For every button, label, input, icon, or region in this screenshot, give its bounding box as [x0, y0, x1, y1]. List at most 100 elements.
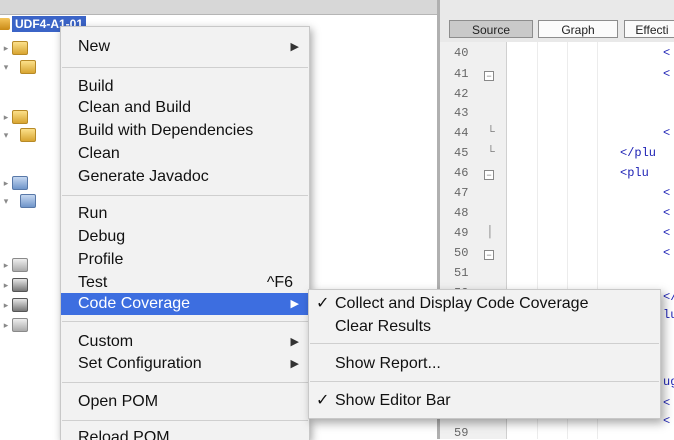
expand-triangle-icon[interactable]: ▸ [0, 300, 12, 311]
code-text[interactable]: < [663, 206, 670, 220]
package-icon [20, 60, 36, 74]
menu-item-test[interactable]: Test ^F6 [61, 272, 309, 294]
tree-node[interactable]: ▸ [0, 296, 28, 314]
menu-item-label: Run [78, 205, 108, 222]
folder-icon [12, 110, 28, 124]
line-number: 41 [454, 67, 469, 81]
expand-triangle-icon[interactable]: ▸ [0, 112, 12, 123]
menu-item-label: Code Coverage [78, 295, 191, 312]
fold-guide-icon: └ [487, 126, 495, 138]
expand-triangle-icon[interactable]: ▸ [0, 280, 12, 291]
line-number: 59 [454, 426, 469, 440]
menu-item-set-configuration[interactable]: Set Configuration ▶ [61, 353, 309, 375]
tree-node[interactable]: ▸ [0, 276, 28, 294]
expand-triangle-icon[interactable]: ▸ [0, 43, 12, 54]
menu-item-label: New [78, 38, 111, 55]
menu-item-build-with-dependencies[interactable]: Build with Dependencies [61, 120, 309, 142]
tree-node[interactable]: ▾ [0, 192, 36, 210]
menu-item-run[interactable]: Run [61, 203, 309, 225]
code-text[interactable]: ug [663, 375, 674, 389]
editor-toolbar: Source Graph Effecti [440, 0, 674, 42]
code-text[interactable]: </ [663, 290, 674, 304]
tree-node[interactable]: ▸ [0, 256, 28, 274]
dependency-folder-icon [12, 176, 28, 190]
code-text[interactable]: < [663, 226, 670, 240]
panel-header [0, 0, 437, 15]
expand-triangle-icon[interactable]: ▸ [0, 260, 12, 271]
tree-node[interactable]: ▸ [0, 39, 28, 57]
folder-icon [12, 41, 28, 55]
submenu-arrow-icon: ▶ [290, 336, 299, 348]
collapse-triangle-icon[interactable]: ▾ [0, 130, 12, 141]
graph-tab-button[interactable]: Graph [538, 20, 618, 38]
expand-triangle-icon[interactable]: ▸ [0, 320, 12, 331]
menu-item-label: Generate Javadoc [78, 168, 209, 185]
code-text[interactable]: < [663, 186, 670, 200]
fold-toggle-icon[interactable]: − [484, 71, 494, 81]
checkmark-icon: ✓ [316, 295, 330, 312]
source-tab-button[interactable]: Source [449, 20, 533, 38]
submenu-item-collect-and-display[interactable]: ✓ Collect and Display Code Coverage [309, 293, 660, 315]
menu-item-generate-javadoc[interactable]: Generate Javadoc [61, 166, 309, 188]
fold-guide-icon: └ [487, 146, 495, 158]
menu-item-label: Profile [78, 251, 124, 268]
code-text[interactable]: lu [663, 308, 674, 322]
collapse-triangle-icon[interactable]: ▾ [0, 196, 12, 207]
menu-item-reload-pom[interactable]: Reload POM [61, 427, 309, 440]
menu-item-debug[interactable]: Debug [61, 226, 309, 248]
menu-item-new[interactable]: New ▶ [61, 36, 309, 58]
menu-item-custom[interactable]: Custom ▶ [61, 331, 309, 353]
submenu-arrow-icon: ▶ [290, 358, 299, 370]
submenu-item-show-editor-bar[interactable]: ✓ Show Editor Bar [309, 390, 660, 412]
code-text[interactable]: <plu [620, 166, 649, 180]
tree-node[interactable]: ▾ [0, 126, 36, 144]
line-number: 51 [454, 266, 469, 280]
line-number: 44 [454, 126, 469, 140]
file-icon [12, 258, 28, 272]
effective-tab-button[interactable]: Effecti [624, 20, 674, 38]
code-text[interactable]: < [663, 126, 670, 140]
line-number: 43 [454, 106, 469, 120]
menu-item-code-coverage[interactable]: Code Coverage ▶ [61, 293, 309, 315]
menu-separator [310, 381, 659, 382]
code-text[interactable]: </plu [620, 146, 656, 160]
menu-item-clean-and-build[interactable]: Clean and Build [61, 97, 309, 119]
menu-item-label: Reload POM [78, 429, 170, 440]
library-icon [20, 194, 36, 208]
code-coverage-submenu: ✓ Collect and Display Code Coverage Clea… [308, 289, 661, 419]
collapse-triangle-icon[interactable]: ▾ [0, 62, 12, 73]
tree-node[interactable]: ▾ [0, 58, 36, 76]
settings-file-icon [12, 318, 28, 332]
line-number: 48 [454, 206, 469, 220]
checkmark-icon: ✓ [316, 392, 330, 409]
drive-icon [12, 298, 28, 312]
code-text[interactable]: < [663, 396, 670, 410]
maven-project-icon [0, 18, 10, 30]
submenu-item-clear-results[interactable]: Clear Results [309, 316, 660, 338]
submenu-item-label: Show Report... [335, 355, 441, 372]
tree-node[interactable]: ▸ [0, 316, 28, 334]
menu-item-label: Clean [78, 145, 120, 162]
menu-item-profile[interactable]: Profile [61, 249, 309, 271]
code-text[interactable]: < [663, 246, 670, 260]
submenu-item-show-report[interactable]: Show Report... [309, 353, 660, 375]
code-text[interactable]: < [663, 67, 670, 81]
expand-triangle-icon[interactable]: ▸ [0, 178, 12, 189]
code-text[interactable]: < [663, 46, 670, 60]
submenu-arrow-icon: ▶ [290, 41, 299, 53]
code-text[interactable]: < [663, 414, 670, 428]
menu-separator [310, 343, 659, 344]
menu-separator [62, 195, 308, 196]
menu-item-label: Build with Dependencies [78, 122, 254, 139]
menu-item-build[interactable]: Build [61, 76, 309, 98]
line-number: 50 [454, 246, 469, 260]
fold-toggle-icon[interactable]: − [484, 250, 494, 260]
menu-item-clean[interactable]: Clean [61, 143, 309, 165]
fold-toggle-icon[interactable]: − [484, 170, 494, 180]
menu-item-open-pom[interactable]: Open POM [61, 391, 309, 413]
menu-separator [62, 321, 308, 322]
tree-node[interactable]: ▸ [0, 174, 28, 192]
line-number: 40 [454, 46, 469, 60]
fold-guide-icon: │ [487, 226, 494, 238]
tree-node[interactable]: ▸ [0, 108, 28, 126]
